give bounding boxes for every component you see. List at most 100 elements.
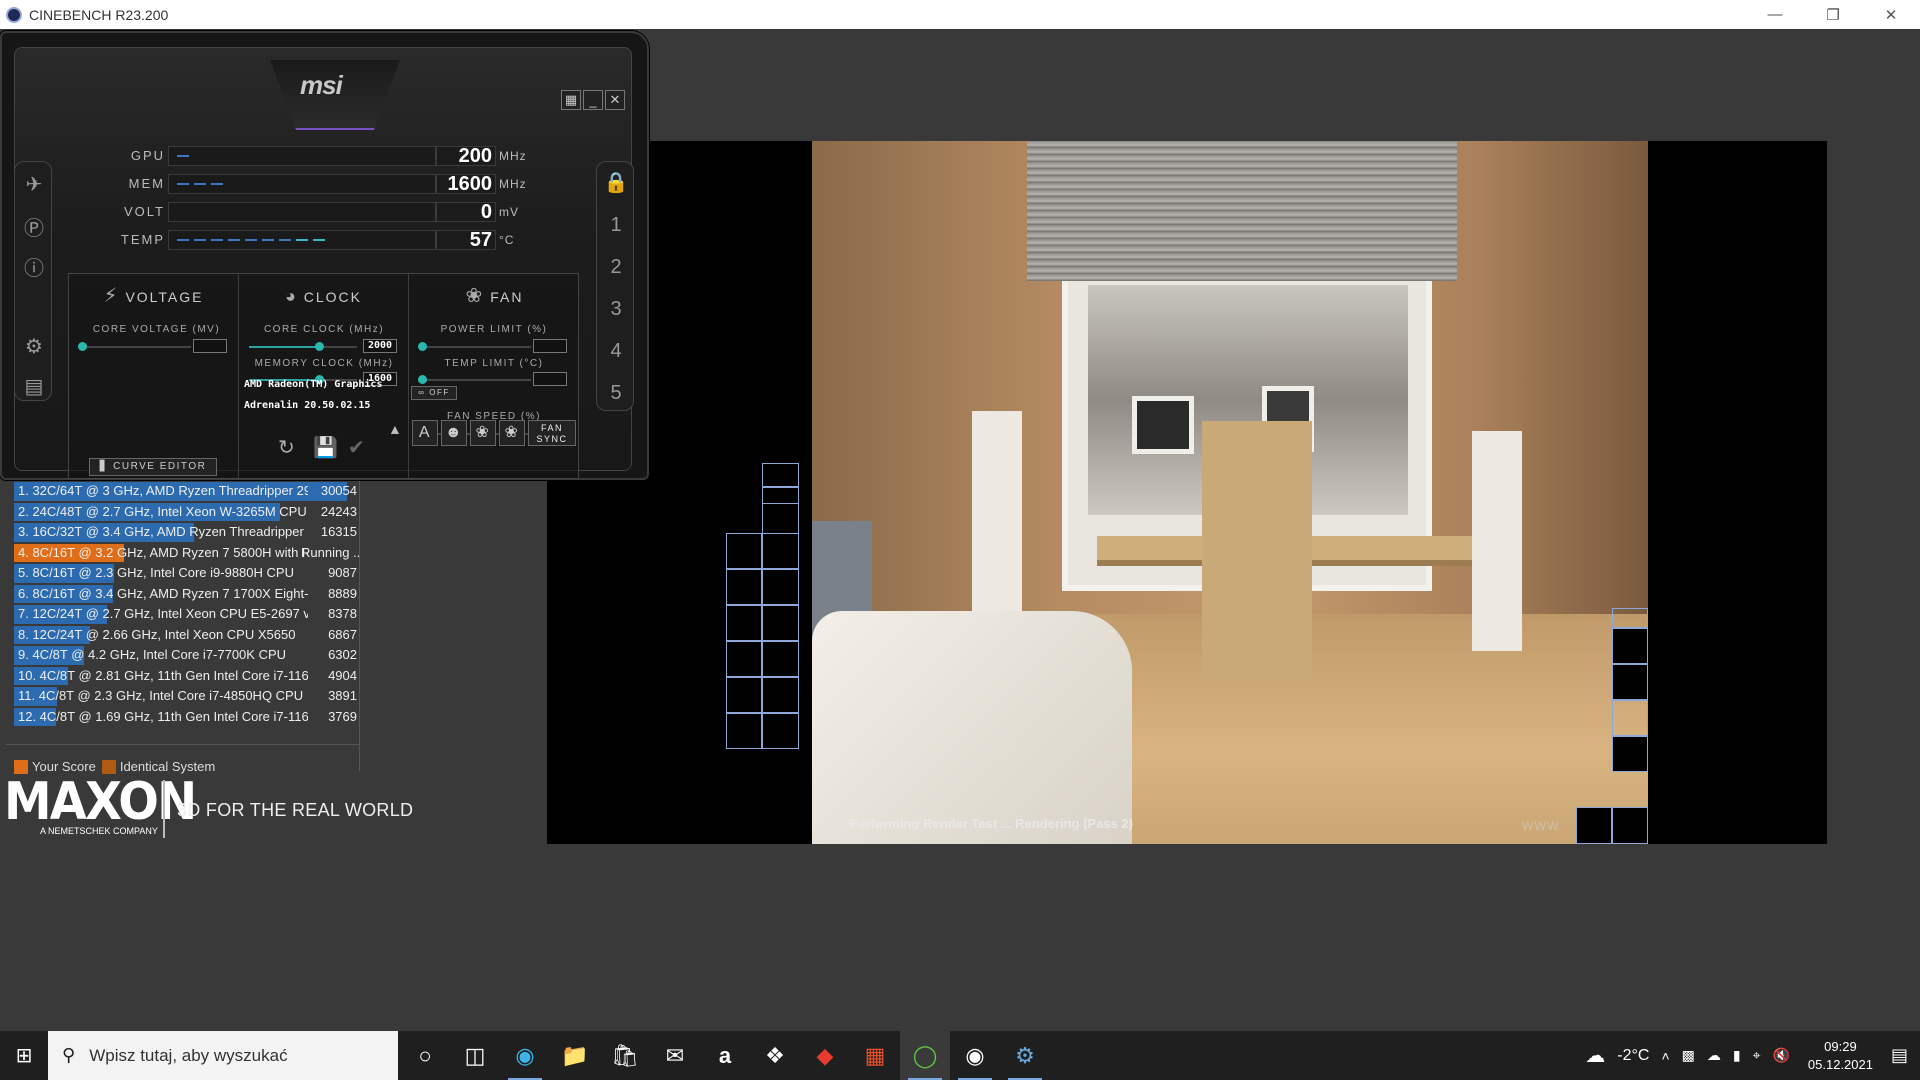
link-icon: ∞ <box>418 388 426 397</box>
lock-icon[interactable]: 🔒 <box>597 170 635 195</box>
chevron-up-icon[interactable]: ˄ <box>1661 1048 1669 1064</box>
office-icon[interactable]: ▦ <box>850 1031 900 1080</box>
ranking-cpu-label: 3. 16C/32T @ 3.4 GHz, AMD Ryzen Threadri… <box>18 524 308 539</box>
volume-muted-icon[interactable]: 🔇 <box>1772 1047 1789 1064</box>
wifi-icon[interactable]: ⌖ <box>1753 1047 1761 1064</box>
curve-editor-button[interactable]: ▋ CURVE EDITOR <box>89 458 217 476</box>
temp-limit-input[interactable] <box>533 372 567 386</box>
onedrive-icon[interactable]: ☁ <box>1707 1047 1721 1064</box>
profile-2[interactable]: 2 <box>597 256 635 279</box>
msi-close-button[interactable]: ✕ <box>605 90 625 110</box>
steam-icon[interactable]: ⚙ <box>1000 1031 1050 1080</box>
cinebench-icon[interactable]: ◉ <box>950 1031 1000 1080</box>
gauge-value: 1600 <box>436 174 496 194</box>
ranking-score: 6302 <box>328 647 357 662</box>
title-bar: CINEBENCH R23.200 — ❐ ✕ <box>0 0 1920 29</box>
search-box[interactable]: ⚲ Wpisz tutaj, aby wyszukać <box>48 1031 398 1080</box>
kombustor-icon[interactable]: ✈ <box>15 172 53 197</box>
msi-minimize-button[interactable]: _ <box>583 90 603 110</box>
gauge-dash <box>211 183 223 185</box>
ranking-row[interactable]: 9. 4C/8T @ 4.2 GHz, Intel Core i7-7700K … <box>14 645 359 666</box>
xbox-icon[interactable]: ◯ <box>900 1031 950 1080</box>
power-limit-track <box>423 346 531 348</box>
ranking-cpu-label: 6. 8C/16T @ 3.4 GHz, AMD Ryzen 7 1700X E… <box>18 585 308 601</box>
power-limit-input[interactable] <box>533 339 567 353</box>
power-limit-slider[interactable] <box>418 342 427 351</box>
file-explorer-icon[interactable]: 📁 <box>550 1031 600 1080</box>
core-clock-slider[interactable] <box>315 342 324 351</box>
ranking-row[interactable]: 1. 32C/64T @ 3 GHz, AMD Ryzen Threadripp… <box>14 481 359 502</box>
profile-1[interactable]: 1 <box>597 214 635 237</box>
save-icon[interactable]: 💾 <box>313 435 338 460</box>
mail-icon[interactable]: ✉ <box>650 1031 700 1080</box>
fan1-icon[interactable]: ❀ <box>470 420 496 446</box>
core-voltage-slider[interactable] <box>78 342 87 351</box>
amazon-icon[interactable]: a <box>700 1031 750 1080</box>
gauge-unit: MHz <box>499 177 527 191</box>
fan-sync-button[interactable]: FAN SYNC <box>528 420 576 446</box>
clock[interactable]: 09:29 05.12.2021 <box>1808 1038 1873 1074</box>
weather-icon[interactable]: ☁ <box>1585 1043 1605 1068</box>
render-bucket <box>762 713 799 749</box>
core-voltage-label: CORE VOLTAGE (MV) <box>92 324 221 335</box>
minimize-button[interactable]: — <box>1746 0 1804 29</box>
ranking-row[interactable]: 8. 12C/24T @ 2.66 GHz, Intel Xeon CPU X5… <box>14 625 359 646</box>
core-clock-input[interactable]: 2000 <box>363 339 397 353</box>
info-icon[interactable]: ⓘ <box>15 252 53 281</box>
monitor-icon[interactable]: ▤ <box>15 374 53 399</box>
power-limit-label: POWER LIMIT (%) <box>440 324 548 335</box>
weather-temp[interactable]: -2°C <box>1617 1047 1649 1065</box>
render-bucket <box>1612 628 1648 664</box>
store-icon[interactable]: 🛍 <box>600 1031 650 1080</box>
close-button[interactable]: ✕ <box>1862 0 1920 29</box>
k-boost-icon[interactable]: Ⓟ <box>15 212 53 241</box>
app-red-icon[interactable]: ◆ <box>800 1031 850 1080</box>
gauge-track <box>168 202 436 222</box>
gauge-value: 200 <box>436 146 496 166</box>
ranking-row[interactable]: 6. 8C/16T @ 3.4 GHz, AMD Ryzen 7 1700X E… <box>14 584 359 605</box>
temp-limit-track <box>423 379 531 381</box>
fan2-icon[interactable]: ❀ <box>499 420 525 446</box>
battery-icon[interactable]: ▮ <box>1733 1047 1741 1064</box>
notification-icon[interactable]: ▤ <box>1891 1045 1908 1066</box>
gauge-label: GPU <box>130 148 165 163</box>
ranking-row[interactable]: 10. 4C/8T @ 2.81 GHz, 11th Gen Intel Cor… <box>14 666 359 687</box>
temp-limit-slider[interactable] <box>418 375 427 384</box>
msi-profile-rail: 🔒 1 2 3 4 5 <box>596 161 634 411</box>
profile-4[interactable]: 4 <box>597 340 635 363</box>
gauge-dash <box>194 183 206 185</box>
cortana-icon[interactable]: ○ <box>400 1031 450 1080</box>
restore-button[interactable]: ❐ <box>1804 0 1862 29</box>
user-fan-icon[interactable]: ☻ <box>441 420 467 446</box>
settings-gear-icon[interactable]: ⚙ <box>15 334 53 359</box>
apply-icon[interactable]: ✔ <box>348 435 365 460</box>
link-toggle-button[interactable]: ∞ OFF <box>411 386 457 400</box>
ranking-score: 3769 <box>328 708 357 724</box>
expand-up-icon[interactable]: ▲ <box>388 421 402 437</box>
profile-3[interactable]: 3 <box>597 298 635 321</box>
core-voltage-input[interactable] <box>193 339 227 353</box>
voltage-title: VOLTAGE <box>125 289 204 305</box>
ranking-cpu-label: 2. 24C/48T @ 2.7 GHz, Intel Xeon W-3265M… <box>18 503 307 519</box>
meet-now-icon[interactable]: ▩ <box>1682 1047 1695 1064</box>
profile-5[interactable]: 5 <box>597 382 635 405</box>
brand-tagline: 3D FOR THE REAL WORLD <box>177 800 414 820</box>
windows-icon[interactable]: ▦ <box>561 90 581 110</box>
ranking-row-your-score[interactable]: 4. 8C/16T @ 3.2 GHz, AMD Ryzen 7 5800H w… <box>14 543 359 564</box>
render-chair-right <box>1472 431 1522 651</box>
ranking-row[interactable]: 2. 24C/48T @ 2.7 GHz, Intel Xeon W-3265M… <box>14 502 359 523</box>
edge-icon[interactable]: ◉ <box>500 1031 550 1080</box>
ranking-row[interactable]: 12. 4C/8T @ 1.69 GHz, 11th Gen Intel Cor… <box>14 707 359 728</box>
task-view-icon[interactable]: ◫ <box>450 1031 500 1080</box>
voltage-panel: ⚡ VOLTAGE CORE VOLTAGE (MV) ▋ CURVE EDIT… <box>69 274 239 480</box>
ranking-row[interactable]: 3. 16C/32T @ 3.4 GHz, AMD Ryzen Threadri… <box>14 522 359 543</box>
ranking-row[interactable]: 7. 12C/24T @ 2.7 GHz, Intel Xeon CPU E5-… <box>14 604 359 625</box>
gauge-dash <box>296 239 308 241</box>
ranking-row[interactable]: 5. 8C/16T @ 2.3 GHz, Intel Core i9-9880H… <box>14 563 359 584</box>
start-button[interactable]: ⊞ <box>0 1031 48 1080</box>
ranking-row[interactable]: 11. 4C/8T @ 2.3 GHz, Intel Core i7-4850H… <box>14 686 359 707</box>
reset-icon[interactable]: ↻ <box>278 435 295 460</box>
auto-fan-icon[interactable]: A <box>412 420 438 446</box>
gauge-dash <box>279 239 291 241</box>
dropbox-icon[interactable]: ❖ <box>750 1031 800 1080</box>
